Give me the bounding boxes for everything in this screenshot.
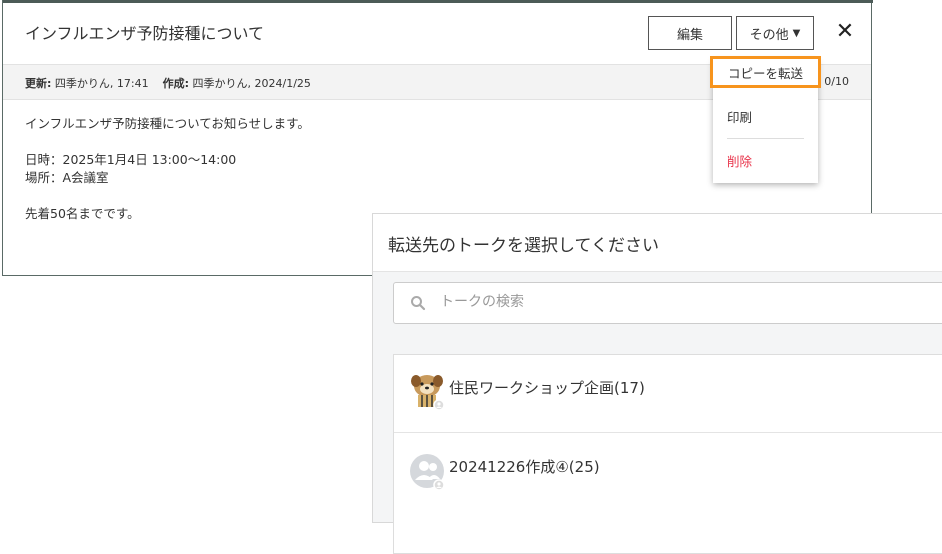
body-line: 場所：A会議室 (25, 170, 109, 185)
more-button[interactable]: その他 ▼ (736, 16, 814, 50)
created-label: 作成: (162, 77, 190, 90)
talk-list-item[interactable]: 20241226作成④(25) (394, 434, 942, 512)
close-icon[interactable]: ✕ (833, 19, 857, 45)
talk-list: 住民ワークショップ企画(17) 20241226作成④(25) (393, 354, 942, 554)
caret-down-icon: ▼ (792, 27, 801, 39)
meta-text: 更新: 四季かりん, 17:41 作成: 四季かりん, 2024/1/25 (25, 75, 311, 91)
forward-dialog: 転送先のトークを選択してください トークの検索 住民ワークショップ企画(17) … (372, 213, 942, 554)
read-count: 0/10 (824, 75, 849, 88)
dog-avatar-icon (411, 375, 444, 411)
talk-name: 住民ワークショップ企画(17) (449, 379, 645, 397)
note-title: インフルエンザ予防接種について (25, 24, 265, 43)
group-avatar-icon (410, 454, 444, 490)
search-icon (411, 296, 426, 311)
talk-list-item[interactable]: 住民ワークショップ企画(17) (394, 355, 942, 433)
more-dropdown-menu: コピーを転送 印刷 削除 (710, 56, 821, 183)
talk-name: 20241226作成④(25) (449, 458, 600, 476)
talk-search-box[interactable] (393, 282, 942, 324)
body-line: 日時：2025年1月4日 13:00～14:00 (25, 152, 237, 167)
more-button-label: その他 (749, 27, 789, 43)
forward-dialog-header: 転送先のトークを選択してください (373, 214, 942, 272)
delete-menu-item[interactable]: 削除 (727, 151, 752, 170)
copy-forward-menu-item[interactable]: コピーを転送 (710, 56, 821, 88)
updated-label: 更新: (25, 77, 52, 90)
forward-dialog-title: 転送先のトークを選択してください (388, 236, 659, 256)
body-line: 先着50名までです。 (25, 206, 140, 221)
body-line: インフルエンザ予防接種についてお知らせします。 (25, 116, 310, 131)
top-rule (3, 0, 873, 3)
menu-divider (727, 138, 804, 139)
created-value: 四季かりん, 2024/1/25 (189, 77, 311, 90)
note-body: インフルエンザ予防接種についてお知らせします。 日時：2025年1月4日 13:… (25, 115, 310, 223)
talk-search-input[interactable] (438, 293, 842, 311)
print-menu-item[interactable]: 印刷 (727, 107, 752, 126)
edit-button[interactable]: 編集 (648, 16, 732, 50)
updated-value: 四季かりん, 17:41 (51, 77, 149, 90)
